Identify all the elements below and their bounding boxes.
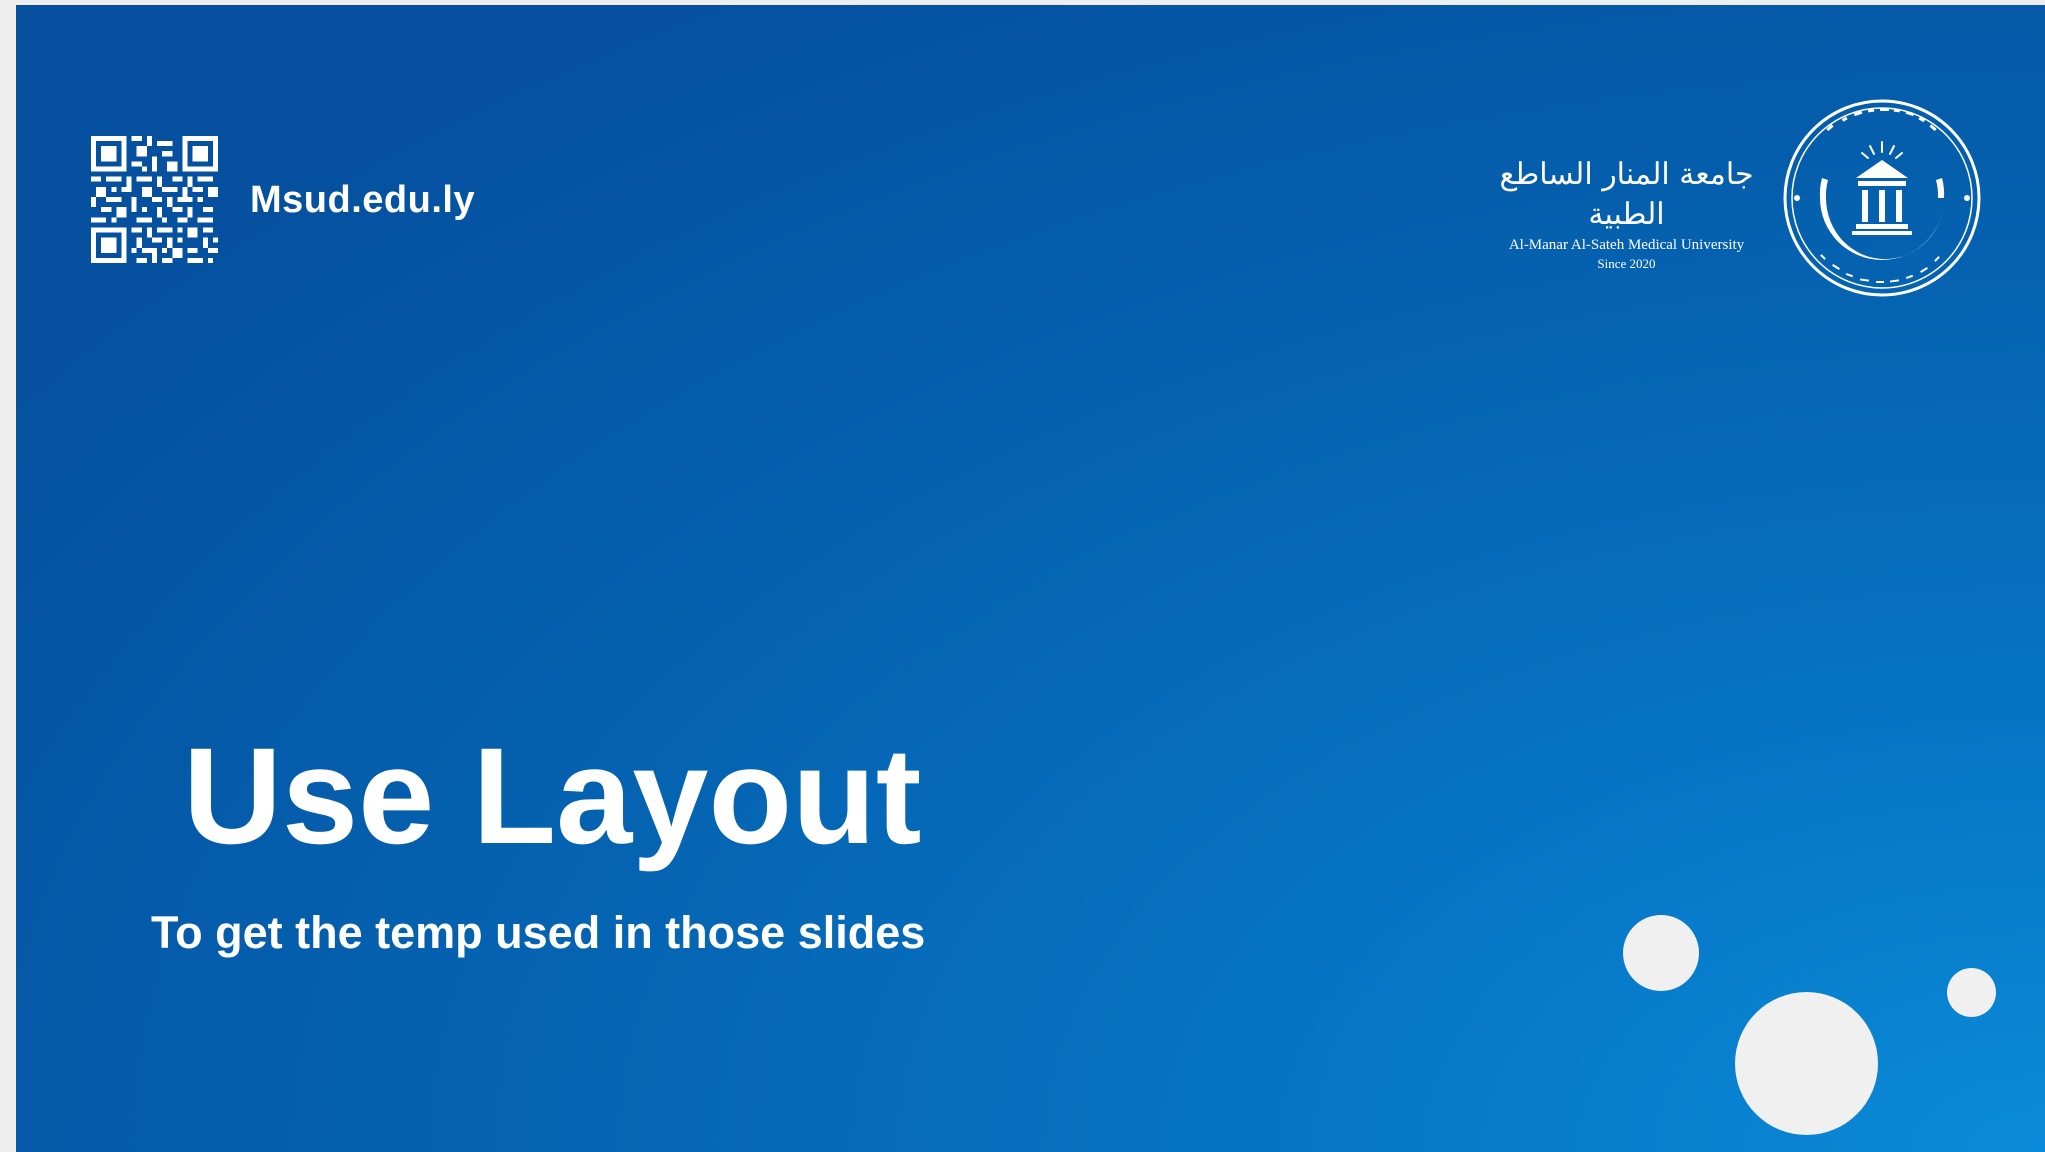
university-name-arabic: جامعة المنار الساطع الطبية <box>1499 157 1754 232</box>
founded-year: Since 2020 <box>1597 256 1656 271</box>
decorative-bubble-tiny <box>1947 968 1996 1017</box>
presentation-viewer: Msud.edu.ly جامعة المنار الساطع الطبية A… <box>0 0 2045 1152</box>
title-slide[interactable]: Msud.edu.ly جامعة المنار الساطع الطبية A… <box>16 5 2045 1152</box>
university-name-english: Al-Manar Al-Sateh Medical University <box>1508 237 1745 253</box>
qr-code-icon <box>91 136 218 263</box>
slide-subtitle[interactable]: To get the temp used in those slides <box>151 905 925 961</box>
university-seal-icon <box>1783 99 1981 297</box>
university-wordmark: جامعة المنار الساطع الطبية Al-Manar Al-S… <box>1484 155 1769 273</box>
decorative-bubble-large <box>1735 992 1878 1135</box>
website-url: Msud.edu.ly <box>250 179 476 221</box>
decorative-bubble-small <box>1623 915 1699 991</box>
slide-title[interactable]: Use Layout <box>183 717 921 877</box>
